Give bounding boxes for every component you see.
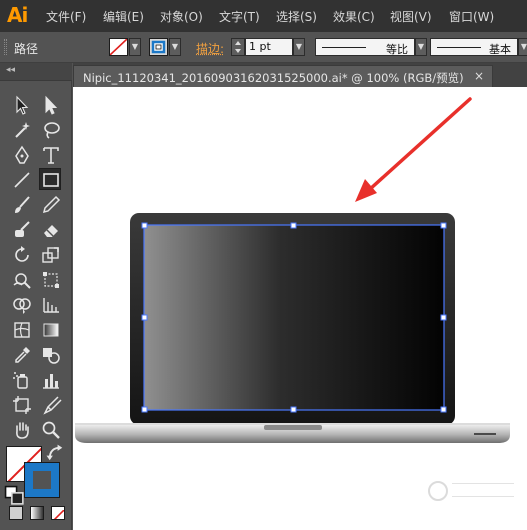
stroke-weight-dropdown[interactable]: ▼ xyxy=(293,38,305,56)
laptop-notch xyxy=(264,425,322,430)
default-colors-icon[interactable] xyxy=(4,485,24,505)
fill-swatch[interactable] xyxy=(109,38,128,56)
profile-label: 等比 xyxy=(386,43,408,56)
shape-builder-tool-icon[interactable] xyxy=(11,294,33,316)
free-transform-tool-icon[interactable] xyxy=(40,269,62,291)
warp-tool-icon[interactable] xyxy=(11,269,33,291)
menu-window[interactable]: 窗口(W) xyxy=(449,8,494,25)
laptop-screen xyxy=(144,225,444,410)
none-swatch-icon xyxy=(109,38,128,56)
menu-file[interactable]: 文件(F) xyxy=(46,8,86,25)
stroke-weight-stepper[interactable] xyxy=(231,38,245,56)
selection-tool-icon[interactable] xyxy=(11,94,33,116)
paintbrush-tool-icon[interactable] xyxy=(11,194,33,216)
eraser-tool-icon[interactable] xyxy=(40,219,62,241)
rectangle-tool-icon[interactable] xyxy=(39,168,61,190)
pencil-tool-icon[interactable] xyxy=(40,194,62,216)
magic-wand-tool-icon[interactable] xyxy=(11,119,33,141)
document-tab-bar: Nipic_11120341_20160903162031525000.ai* … xyxy=(73,63,527,87)
line-tool-icon[interactable] xyxy=(11,169,33,191)
rotate-tool-icon[interactable] xyxy=(11,244,33,266)
panel-grip[interactable] xyxy=(4,39,7,55)
profile-dropdown[interactable]: ▼ xyxy=(415,38,427,56)
mesh-tool-icon[interactable] xyxy=(11,319,33,341)
eyedropper-tool-icon[interactable] xyxy=(11,344,33,366)
menu-view[interactable]: 视图(V) xyxy=(390,8,432,25)
tools-panel: ◂◂ xyxy=(0,63,72,530)
fill-dropdown[interactable]: ▼ xyxy=(129,38,141,56)
stroke-dropdown[interactable]: ▼ xyxy=(169,38,181,56)
menu-effect[interactable]: 效果(C) xyxy=(333,8,375,25)
blob-brush-tool-icon[interactable] xyxy=(11,219,33,241)
collapse-icon[interactable]: ◂◂ xyxy=(6,65,15,75)
control-bar: 路径 ▼ ▼ 描边: 1 pt ▼ 等比 ▼ 基本 ▼ xyxy=(0,32,527,63)
type-tool-icon[interactable] xyxy=(40,144,62,166)
scale-tool-icon[interactable] xyxy=(40,244,62,266)
document-tab[interactable]: Nipic_11120341_20160903162031525000.ai* … xyxy=(73,65,493,87)
menu-bar: Ai 文件(F) 编辑(E) 对象(O) 文字(T) 选择(S) 效果(C) 视… xyxy=(0,0,527,32)
zoom-tool-icon[interactable] xyxy=(40,419,62,441)
perspective-grid-tool-icon[interactable] xyxy=(40,294,62,316)
symbol-sprayer-tool-icon[interactable] xyxy=(11,369,33,391)
artboard-canvas[interactable] xyxy=(73,87,527,530)
gradient-tool-icon[interactable] xyxy=(40,319,62,341)
watermark-logo xyxy=(428,479,520,503)
pen-tool-icon[interactable] xyxy=(11,144,33,166)
stroke-weight-field[interactable]: 1 pt xyxy=(245,38,293,56)
menu-edit[interactable]: 编辑(E) xyxy=(103,8,144,25)
blend-tool-icon[interactable] xyxy=(40,344,62,366)
document-title: Nipic_11120341_20160903162031525000.ai* … xyxy=(83,71,464,85)
color-mode-icon[interactable] xyxy=(9,506,23,520)
direct-selection-tool-icon[interactable] xyxy=(40,94,62,116)
brush-label: 基本 xyxy=(489,43,511,56)
hand-tool-icon[interactable] xyxy=(11,419,33,441)
stroke-label[interactable]: 描边: xyxy=(196,40,224,57)
column-graph-tool-icon[interactable] xyxy=(40,369,62,391)
red-arrow-annotation xyxy=(355,97,472,202)
stroke-square-icon xyxy=(151,40,166,54)
stroke-swatch[interactable] xyxy=(149,38,168,56)
app-logo: Ai xyxy=(7,3,28,27)
artboard-tool-icon[interactable] xyxy=(11,394,33,416)
gradient-mode-icon[interactable] xyxy=(30,506,44,520)
selection-type-label: 路径 xyxy=(14,42,39,56)
stroke-color-box[interactable] xyxy=(24,462,60,498)
slice-tool-icon[interactable] xyxy=(40,394,62,416)
brush-definition[interactable]: 基本 xyxy=(430,38,518,56)
lasso-tool-icon[interactable] xyxy=(40,119,62,141)
menu-type[interactable]: 文字(T) xyxy=(219,8,260,25)
menu-object[interactable]: 对象(O) xyxy=(160,8,203,25)
swap-fill-stroke-icon[interactable] xyxy=(45,443,63,461)
menu-select[interactable]: 选择(S) xyxy=(276,8,317,25)
variable-width-profile[interactable]: 等比 xyxy=(315,38,415,56)
none-mode-icon[interactable] xyxy=(51,506,65,520)
illustrator-window: Ai 文件(F) 编辑(E) 对象(O) 文字(T) 选择(S) 效果(C) 视… xyxy=(0,0,527,530)
brush-dropdown[interactable]: ▼ xyxy=(518,38,527,56)
laptop-artwork xyxy=(75,97,510,443)
tools-panel-header[interactable]: ◂◂ xyxy=(0,63,72,81)
close-tab-icon[interactable]: × xyxy=(474,69,484,83)
